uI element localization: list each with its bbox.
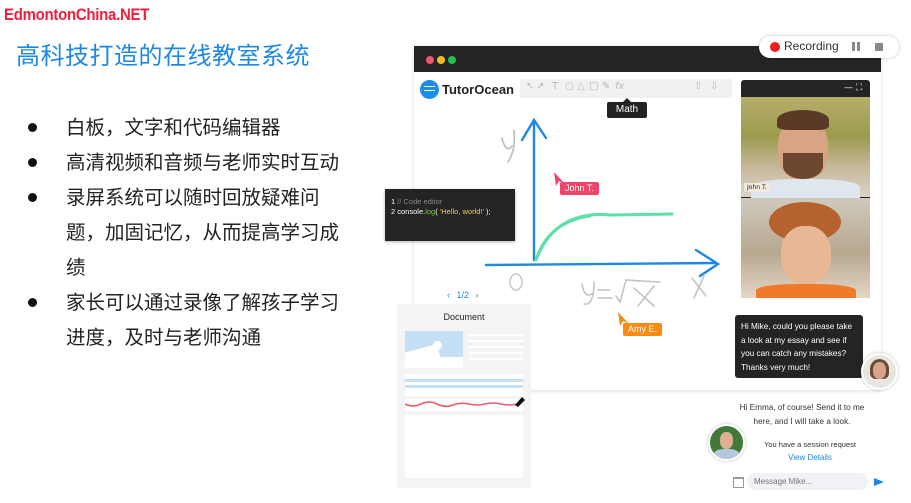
document-pager: ‹ 1/2 › <box>447 290 479 300</box>
whiteboard-toolbar: ↖ ↗ T ○ △ □ ✎ fx ⇧ ⇩ <box>520 79 732 98</box>
feature-item: 家长可以通过录像了解孩子学习进度，及时与老师沟通 <box>22 285 352 355</box>
page-indicator: 1/2 <box>456 290 470 300</box>
window-minimize-button[interactable] <box>437 56 445 64</box>
y-label <box>501 129 516 163</box>
formula-y <box>581 281 595 305</box>
feature-list: 白板，文字和代码编辑器 高清视频和音频与老师实时互动 录屏系统可以随时回放疑难问… <box>22 110 352 355</box>
pen-tool-icon[interactable]: ✎ <box>602 81 610 92</box>
y-axis <box>520 117 548 262</box>
feature-text: 录屏系统可以随时回放疑难问题，加固记忆，从而提高学习成绩 <box>66 186 340 279</box>
code-line-2: 2 console.log( 'Hello, world!' ); <box>391 207 491 216</box>
feature-item: 高清视频和音频与老师实时互动 <box>22 145 352 180</box>
circle-tool-icon[interactable]: ○ <box>565 81 574 92</box>
recording-label: Recording <box>784 39 839 53</box>
text-lines <box>469 334 523 364</box>
formula-equals <box>597 289 613 299</box>
tutor-beard <box>783 153 823 179</box>
x-axis <box>484 248 721 278</box>
triangle-tool-icon[interactable]: △ <box>577 81 585 92</box>
cursor-label-amy: Amy E. <box>623 323 663 336</box>
feature-text: 家长可以通过录像了解孩子学习进度，及时与老师沟通 <box>66 291 340 349</box>
annotation-squiggle <box>405 397 525 408</box>
tutor-avatar <box>708 424 745 461</box>
bullet-icon <box>28 298 37 307</box>
video-tile-student <box>741 198 870 298</box>
download-icon[interactable]: ⇩ <box>710 81 718 92</box>
site-watermark: EdmontonChina.NET <box>4 5 150 24</box>
code-function: log <box>425 207 436 216</box>
next-page-icon[interactable]: › <box>476 290 479 300</box>
code-editor[interactable]: 1 // Code editor 2 console.log( 'Hello, … <box>385 189 515 241</box>
math-tool-icon[interactable]: fx <box>615 81 624 92</box>
document-title: Document <box>443 312 485 322</box>
rectangle-tool-icon[interactable]: □ <box>589 81 598 92</box>
brand-logo: TutorOcean <box>420 79 514 99</box>
outgoing-message: Hi Emma, of course! Send it to me here, … <box>739 403 865 426</box>
calendar-icon[interactable] <box>733 477 744 488</box>
session-request-notice: You have a session request <box>764 440 856 449</box>
recording-dot-icon <box>770 42 780 52</box>
feature-item: 录屏系统可以随时回放疑难问题，加固记忆，从而提高学习成绩 <box>22 180 352 285</box>
code-line-1: 1 // Code editor <box>391 197 442 206</box>
page-title: 高科技打造的在线教室系统 <box>16 42 310 70</box>
formula-x <box>633 285 655 307</box>
bullet-icon <box>28 158 37 167</box>
student-avatar <box>861 353 898 390</box>
code-string: 'Hello, world!' <box>439 207 484 216</box>
prev-page-icon[interactable]: ‹ <box>447 290 450 300</box>
code-paren: ); <box>483 207 491 216</box>
bullet-icon <box>28 193 37 202</box>
feature-text: 高清视频和音频与老师实时互动 <box>66 151 340 174</box>
feature-text: 白板，文字和代码编辑器 <box>66 116 281 139</box>
pencil-icon <box>515 397 525 407</box>
line-number: 2 <box>391 207 396 216</box>
text-tool-icon[interactable]: T <box>552 81 558 92</box>
fullscreen-icon[interactable]: ⛶ <box>856 83 862 93</box>
send-icon[interactable] <box>874 478 884 486</box>
document-panel[interactable]: Document <box>397 304 531 488</box>
video-panel: — ⛶ John T. <box>741 80 870 298</box>
origin-label <box>509 273 523 291</box>
brand-name: TutorOcean <box>442 81 514 97</box>
image-placeholder-icon <box>405 331 463 368</box>
student-face <box>781 226 831 284</box>
window-maximize-button[interactable] <box>448 56 456 64</box>
stop-icon[interactable] <box>875 43 883 51</box>
tutor-hair <box>777 110 829 130</box>
recording-control: Recording <box>759 36 899 58</box>
upload-icon[interactable]: ⇧ <box>694 81 702 92</box>
video-name-tag: John T. <box>744 183 770 192</box>
highlight-line <box>405 385 523 388</box>
message-input[interactable] <box>747 473 868 490</box>
minimize-icon[interactable]: — <box>844 83 853 93</box>
code-object: console. <box>397 207 426 216</box>
view-details-link[interactable]: View Details <box>760 453 860 462</box>
x-label <box>691 275 707 299</box>
code-comment: // Code editor <box>397 197 443 206</box>
cursor-label-john: John T. <box>560 182 599 195</box>
line-number: 1 <box>391 197 396 206</box>
doc-block <box>405 415 523 478</box>
redo-icon[interactable]: ↗ <box>536 81 544 92</box>
window-close-button[interactable] <box>426 56 434 64</box>
incoming-message: Hi Mike, could you please take a look at… <box>735 315 863 378</box>
student-shirt <box>756 284 856 298</box>
feature-item: 白板，文字和代码编辑器 <box>22 110 352 145</box>
wave-logo-icon <box>420 79 439 99</box>
undo-icon[interactable]: ↖ <box>526 81 534 92</box>
highlight-line <box>405 379 523 382</box>
video-tile-tutor: John T. <box>741 97 870 199</box>
bullet-icon <box>28 123 37 132</box>
sqrt-curve <box>534 212 674 262</box>
pause-icon[interactable] <box>852 42 860 52</box>
